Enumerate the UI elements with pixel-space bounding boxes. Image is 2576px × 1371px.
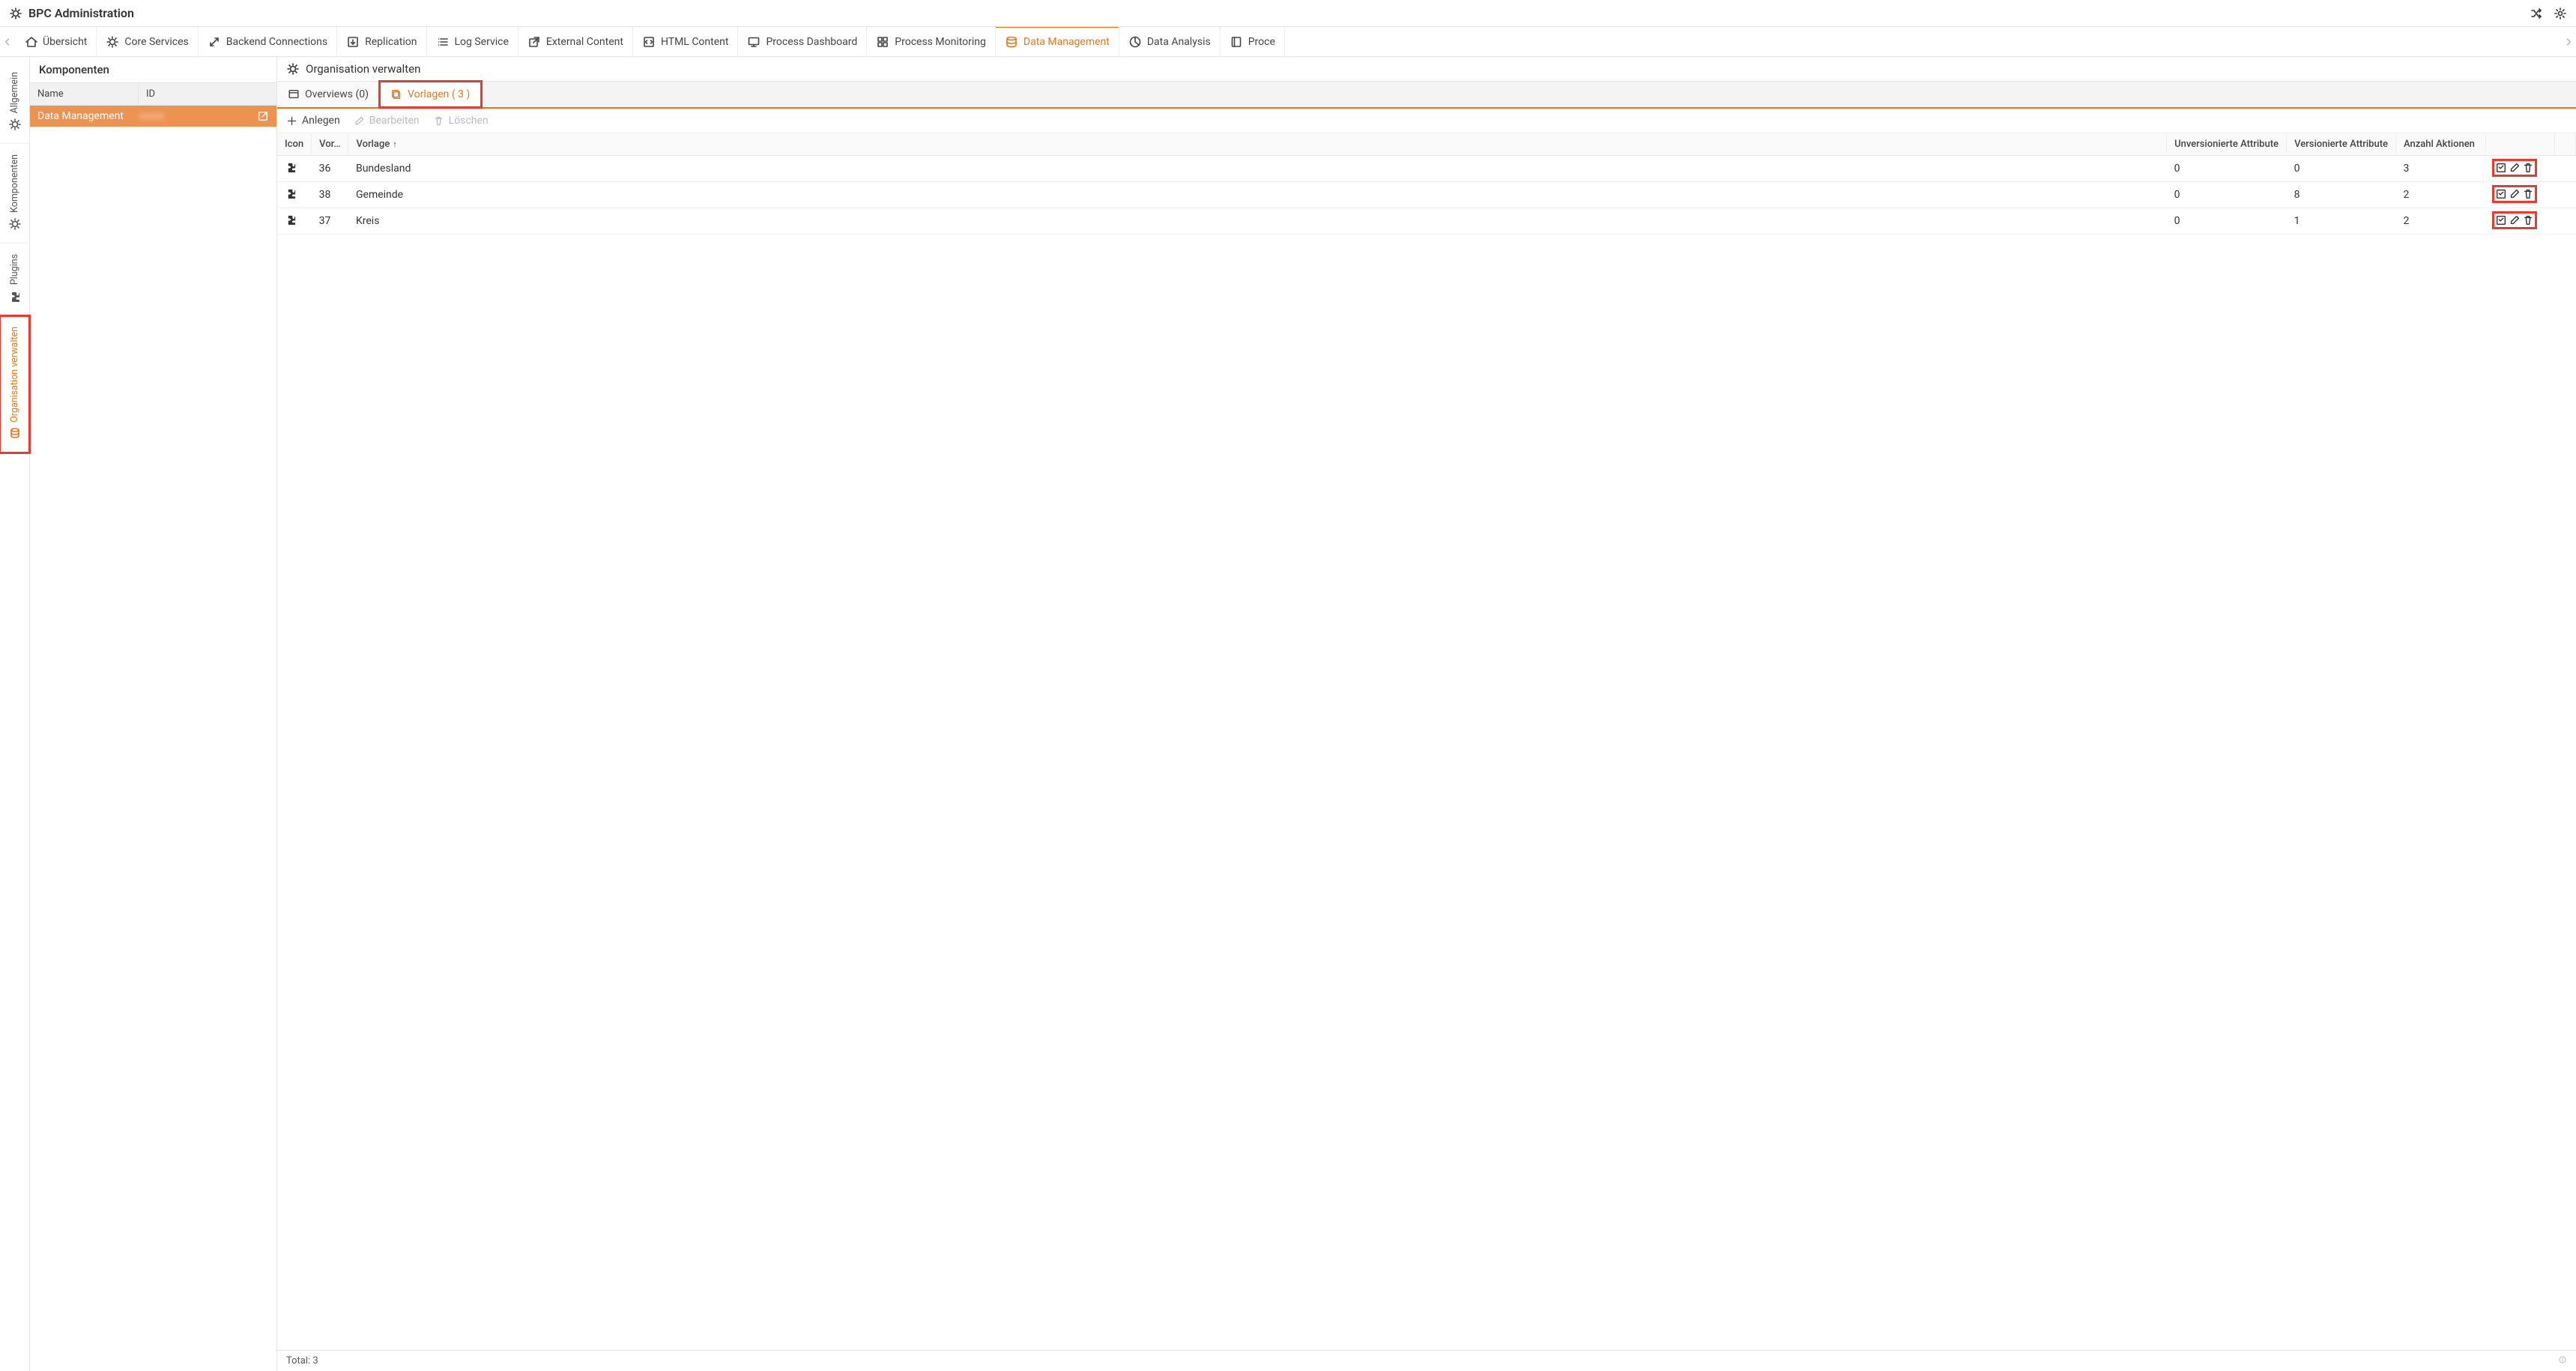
table-row[interactable]: 36 Bundesland 0 0 3 <box>277 156 2576 182</box>
html-icon <box>642 35 656 49</box>
gears-icon <box>8 217 22 231</box>
gears-icon <box>8 118 22 131</box>
create-button[interactable]: Anlegen <box>286 115 340 127</box>
grid4-icon <box>876 35 889 49</box>
monitor-icon <box>747 35 761 49</box>
book-icon <box>1230 35 1243 49</box>
subtab-overviews-0-[interactable]: Overviews (0) <box>277 82 380 107</box>
status-bar: Total: 3 <box>277 1350 2576 1371</box>
toolbar-tab-html-content[interactable]: HTML Content <box>633 27 739 56</box>
toolbar-tab-proce[interactable]: Proce <box>1221 27 1285 56</box>
main-toolbar: ÜbersichtCore ServicesBackend Connection… <box>0 27 2576 57</box>
puzzle-icon <box>285 214 297 226</box>
app-title: BPC Administration <box>28 6 134 20</box>
action-bar: Anlegen Bearbeiten Löschen <box>277 109 2576 133</box>
home-icon <box>24 35 37 49</box>
col-template[interactable]: Vorlage↑ <box>348 133 2167 156</box>
arrows-icon <box>208 35 221 49</box>
copy-icon <box>390 88 402 100</box>
edit-icon[interactable] <box>2509 162 2521 174</box>
gears-icon <box>286 62 300 76</box>
table-row[interactable]: 37 Kreis 0 1 2 <box>277 208 2576 234</box>
trash-icon[interactable] <box>2522 162 2534 174</box>
toolbar-tab-backend-connections[interactable]: Backend Connections <box>199 27 337 56</box>
status-total: Total: 3 <box>286 1355 318 1367</box>
col-versioned[interactable]: Versionierte Attribute <box>2287 133 2396 156</box>
toolbar-tab-process-monitoring[interactable]: Process Monitoring <box>867 27 996 56</box>
row-actions <box>2494 213 2536 228</box>
edit-icon[interactable] <box>2509 214 2521 226</box>
database-icon <box>1005 35 1018 49</box>
subtab-vorlagen-3-[interactable]: Vorlagen ( 3 ) <box>380 82 481 107</box>
trash-icon[interactable] <box>2522 214 2534 226</box>
col-actions-count[interactable]: Anzahl Aktionen <box>2396 133 2486 156</box>
row-actions <box>2494 187 2536 202</box>
toolbar-tab-process-dashboard[interactable]: Process Dashboard <box>738 27 867 56</box>
toolbar-tab-replication[interactable]: Replication <box>337 27 426 56</box>
piechart-icon <box>1128 35 1142 49</box>
col-unversioned[interactable]: Unversionierte Attribute <box>2167 133 2287 156</box>
import-icon <box>346 35 360 49</box>
components-title: Komponenten <box>30 57 276 83</box>
component-row[interactable]: Data Managementxxxxx <box>30 106 276 127</box>
trash-icon[interactable] <box>2522 188 2534 200</box>
external-icon <box>527 35 541 49</box>
row-actions <box>2494 160 2536 175</box>
plus-icon <box>286 115 297 127</box>
puzzle-icon <box>8 290 22 303</box>
rail-item-plugins[interactable]: Plugins <box>0 243 29 315</box>
edit-icon[interactable] <box>2509 188 2521 200</box>
col-row-actions <box>2486 133 2555 156</box>
shuffle-icon[interactable] <box>2530 7 2543 20</box>
toolbar-tab-data-analysis[interactable]: Data Analysis <box>1119 27 1221 56</box>
toolbar-tab-external-content[interactable]: External Content <box>518 27 633 56</box>
edit-button: Bearbeiten <box>354 115 420 127</box>
side-rail: AllgemeinKomponentenPluginsOrganisation … <box>0 57 30 1371</box>
delete-button: Löschen <box>433 115 489 127</box>
configure-icon[interactable] <box>2495 162 2507 174</box>
puzzle-icon <box>285 187 297 200</box>
content-subtabs: Overviews (0)Vorlagen ( 3 ) <box>277 82 2576 109</box>
content-title: Organisation verwalten <box>306 62 420 76</box>
rail-item-organisation-verwalten[interactable]: Organisation verwalten <box>0 316 29 453</box>
content-header: Organisation verwalten <box>277 57 2576 82</box>
gears-icon <box>9 7 22 20</box>
toolbar-tab-core-services[interactable]: Core Services <box>97 27 198 56</box>
rail-item-komponenten[interactable]: Komponenten <box>0 144 29 243</box>
barrel-icon <box>8 426 22 440</box>
edit-icon <box>354 115 365 127</box>
col-vorid[interactable]: Vor… <box>312 133 348 156</box>
toolbar-scroll-right[interactable] <box>2561 27 2576 56</box>
content-area: Organisation verwalten Overviews (0)Vorl… <box>277 57 2576 1371</box>
window-icon <box>288 88 300 100</box>
sort-asc-icon: ↑ <box>393 139 397 149</box>
components-col-id[interactable]: ID <box>139 83 163 105</box>
components-panel: Komponenten Name ID Data Managementxxxxx <box>30 57 277 1371</box>
rail-item-allgemein[interactable]: Allgemein <box>0 61 29 144</box>
templates-grid: Icon Vor… Vorlage↑ Unversionierte Attrib… <box>277 133 2576 1350</box>
configure-icon[interactable] <box>2495 188 2507 200</box>
open-external-icon[interactable] <box>257 110 269 122</box>
toolbar-tab-data-management[interactable]: Data Management <box>996 27 1119 56</box>
app-header: BPC Administration <box>0 0 2576 27</box>
list-icon <box>436 35 450 49</box>
col-icon[interactable]: Icon <box>277 133 312 156</box>
info-icon[interactable] <box>2558 1355 2567 1367</box>
toolbar-scroll-left[interactable] <box>0 27 15 56</box>
puzzle-icon <box>285 161 297 174</box>
table-row[interactable]: 38 Gemeinde 0 8 2 <box>277 182 2576 208</box>
settings-icon[interactable] <box>2554 7 2567 20</box>
trash-icon <box>433 115 444 127</box>
configure-icon[interactable] <box>2495 214 2507 226</box>
toolbar-tab-log-service[interactable]: Log Service <box>427 27 518 56</box>
gears-icon <box>106 35 119 49</box>
toolbar-tab--bersicht[interactable]: Übersicht <box>15 27 97 56</box>
components-col-name[interactable]: Name <box>30 83 139 105</box>
col-spacer <box>2555 133 2576 156</box>
